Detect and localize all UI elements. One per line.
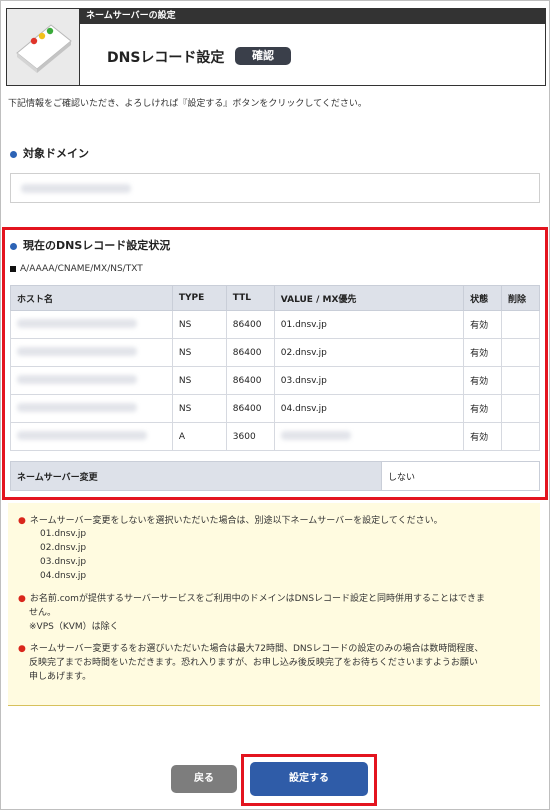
type-cell: A — [171, 422, 227, 451]
ns-list-item: 03.dnsv.jp — [40, 557, 87, 567]
table-row: A 3600 有効 — [10, 422, 540, 451]
record-types-text: A/AAAA/CNAME/MX/NS/TXT — [20, 264, 143, 274]
records-section-title: 現在のDNSレコード設定状況 — [10, 237, 170, 253]
redacted-host — [17, 346, 137, 356]
col-ttl: TTL — [225, 285, 275, 311]
redacted-host — [17, 374, 137, 384]
nameserver-change-table: ネームサーバー変更 しない — [10, 461, 540, 491]
record-types-label: A/AAAA/CNAME/MX/NS/TXT — [10, 264, 143, 274]
type-cell: NS — [171, 310, 227, 339]
square-bullet-icon — [10, 265, 16, 272]
type-cell: NS — [171, 338, 227, 367]
note-text: 申しあげます。 — [29, 672, 92, 682]
host-cell — [10, 394, 173, 423]
ns-list-item: 01.dnsv.jp — [40, 529, 87, 539]
status-cell: 有効 — [463, 422, 503, 451]
records-section-label: 現在のDNSレコード設定状況 — [23, 239, 171, 252]
type-cell: NS — [171, 366, 227, 395]
redacted-ip — [280, 430, 351, 440]
value-cell — [273, 422, 465, 451]
ttl-cell: 86400 — [225, 366, 275, 395]
note-text: 反映完了までお時間をいただきます。恐れ入りますが、お申し込み後反映完了をお待ちく… — [29, 658, 478, 668]
delete-cell — [501, 310, 540, 339]
ttl-cell: 86400 — [225, 338, 275, 367]
notes-panel: ● ネームサーバー変更をしないを選択いただいた場合は、別途以下ネームサーバーを設定… — [8, 503, 540, 706]
note-text: ネームサーバー変更をしないを選択いただいた場合は、別途以下ネームサーバーを設定し… — [29, 516, 443, 526]
host-cell — [10, 366, 173, 395]
target-domain-field — [10, 173, 540, 203]
note-item: ● お名前.comが提供するサーバーサービスをご利用中のドメインはDNSレコード設… — [18, 591, 485, 604]
col-value: VALUE / MX優先 — [273, 285, 465, 311]
nameserver-change-label: ネームサーバー変更 — [10, 461, 382, 491]
delete-cell — [501, 422, 540, 451]
nameserver-change-value: しない — [381, 461, 540, 491]
intro-text: 下記情報をご確認いただき、よろしければ『設定する』ボタンをクリックしてください。 — [8, 99, 367, 109]
redacted-host — [17, 430, 147, 440]
note-text: お名前.comが提供するサーバーサービスをご利用中のドメインはDNSレコード設定… — [29, 594, 486, 604]
bullet-icon: ● — [18, 516, 26, 526]
domain-section-title: 対象ドメイン — [10, 145, 89, 161]
bullet-icon: ● — [18, 644, 26, 654]
redacted-domain — [21, 184, 131, 193]
ttl-cell: 86400 — [225, 310, 275, 339]
bullet-icon: ● — [18, 594, 26, 604]
nameserver-change-row: ネームサーバー変更 しない — [10, 461, 540, 491]
host-cell — [10, 422, 173, 451]
ns-list-item: 04.dnsv.jp — [40, 571, 87, 581]
note-item: ● ネームサーバー変更するをお選びいただいた場合は最大72時間、DNSレコードの設… — [18, 641, 483, 654]
section-label: ネームサーバーの設定 — [80, 9, 545, 24]
dns-settings-icon — [7, 9, 80, 85]
table-row: NS 86400 02.dnsv.jp 有効 — [10, 338, 540, 367]
bullet-dot-icon — [10, 150, 17, 158]
col-host: ホスト名 — [10, 285, 173, 311]
table-header-row: ホスト名 TYPE TTL VALUE / MX優先 状態 削除 — [10, 285, 540, 311]
page-header: ネームサーバーの設定 DNSレコード設定 確認 — [6, 8, 546, 86]
col-delete: 削除 — [501, 285, 540, 311]
table-row: NS 86400 03.dnsv.jp 有効 — [10, 366, 540, 395]
value-cell: 03.dnsv.jp — [273, 366, 465, 395]
status-cell: 有効 — [463, 310, 503, 339]
delete-cell — [501, 394, 540, 423]
col-status: 状態 — [463, 285, 503, 311]
note-item: ● ネームサーバー変更をしないを選択いただいた場合は、別途以下ネームサーバーを設定… — [18, 513, 443, 526]
domain-section-label: 対象ドメイン — [23, 147, 89, 160]
table-row: NS 86400 01.dnsv.jp 有効 — [10, 310, 540, 339]
status-badge: 確認 — [235, 47, 291, 65]
status-cell: 有効 — [463, 366, 503, 395]
value-cell: 04.dnsv.jp — [273, 394, 465, 423]
bullet-dot-icon — [10, 242, 17, 250]
status-cell: 有効 — [463, 338, 503, 367]
ttl-cell: 3600 — [225, 422, 275, 451]
delete-cell — [501, 366, 540, 395]
page-title: DNSレコード設定 — [107, 50, 225, 66]
note-text: ※VPS（KVM）は除く — [29, 622, 119, 632]
table-row: NS 86400 04.dnsv.jp 有効 — [10, 394, 540, 423]
host-cell — [10, 310, 173, 339]
value-cell: 01.dnsv.jp — [273, 310, 465, 339]
type-cell: NS — [171, 394, 227, 423]
value-cell: 02.dnsv.jp — [273, 338, 465, 367]
ttl-cell: 86400 — [225, 394, 275, 423]
host-cell — [10, 338, 173, 367]
note-text: ネームサーバー変更するをお選びいただいた場合は最大72時間、DNSレコードの設定… — [29, 644, 484, 654]
back-button[interactable]: 戻る — [171, 765, 237, 793]
redacted-host — [17, 318, 137, 328]
submit-button[interactable]: 設定する — [250, 762, 368, 796]
ns-list-item: 02.dnsv.jp — [40, 543, 87, 553]
status-cell: 有効 — [463, 394, 503, 423]
delete-cell — [501, 338, 540, 367]
col-type: TYPE — [171, 285, 227, 311]
dns-records-table: ホスト名 TYPE TTL VALUE / MX優先 状態 削除 NS 8640… — [10, 285, 540, 451]
redacted-host — [17, 402, 137, 412]
note-text: せん。 — [29, 608, 57, 618]
